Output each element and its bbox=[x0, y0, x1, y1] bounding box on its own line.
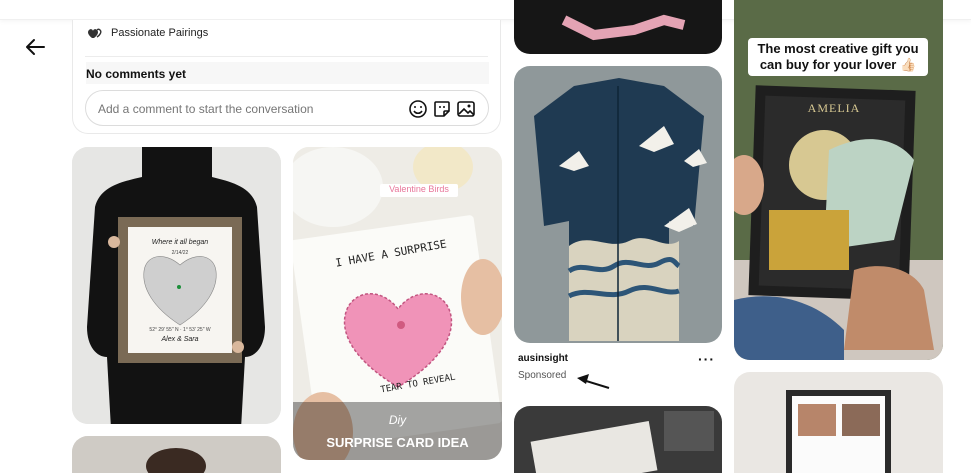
heart-pair-icon bbox=[87, 26, 103, 40]
comment-panel: Passionate Pairings No comments yet bbox=[72, 20, 501, 134]
card-bottom-1: Diy bbox=[388, 413, 407, 427]
divider bbox=[85, 56, 488, 57]
image-icon[interactable] bbox=[456, 99, 476, 119]
map-names: Alex & Sara bbox=[161, 336, 199, 343]
pin-partial-bottom-right[interactable] bbox=[734, 372, 943, 473]
map-date: 2/14/22 bbox=[171, 250, 189, 256]
back-arrow-icon[interactable] bbox=[24, 36, 48, 58]
annotation-arrow-icon bbox=[575, 372, 615, 392]
sticker-icon[interactable] bbox=[432, 99, 452, 119]
card-bottom-2: SURPRISE CARD IDEA bbox=[326, 435, 469, 450]
pin-partial-top-middle[interactable] bbox=[514, 0, 722, 54]
no-comments-label: No comments yet bbox=[86, 62, 489, 84]
sponsored-label: Sponsored bbox=[518, 370, 567, 381]
pin-owner[interactable]: ausinsight bbox=[518, 353, 568, 364]
board-link[interactable]: Passionate Pairings bbox=[87, 26, 208, 40]
board-name: Passionate Pairings bbox=[111, 27, 209, 39]
pin-moon-frame[interactable]: The most creative gift you can buy for y… bbox=[734, 0, 943, 360]
pin-partial-bottom-left[interactable] bbox=[72, 436, 281, 473]
pin-map-frame[interactable]: Where it all began 2/14/22 52° 29' 55" N… bbox=[72, 147, 281, 424]
emoji-icon[interactable] bbox=[408, 99, 428, 119]
comment-input-box[interactable] bbox=[85, 90, 489, 126]
moon-name: AMELIA bbox=[807, 101, 861, 115]
moon-caption: The most creative gift you can buy for y… bbox=[748, 38, 928, 76]
card-tag: Valentine Birds bbox=[380, 184, 458, 197]
comment-input[interactable] bbox=[98, 99, 398, 119]
pin-shirt[interactable] bbox=[514, 66, 722, 343]
map-heading: Where it all began bbox=[151, 239, 209, 246]
pin-surprise-card[interactable]: Valentine Birds I HAVE A SURPRISE TEAR T… bbox=[293, 147, 502, 460]
map-coords: 52° 29' 55" N · 1° 53' 25" W bbox=[149, 327, 211, 333]
more-options-icon[interactable]: ··· bbox=[698, 351, 715, 367]
pin-partial-bottom-middle[interactable] bbox=[514, 406, 722, 473]
